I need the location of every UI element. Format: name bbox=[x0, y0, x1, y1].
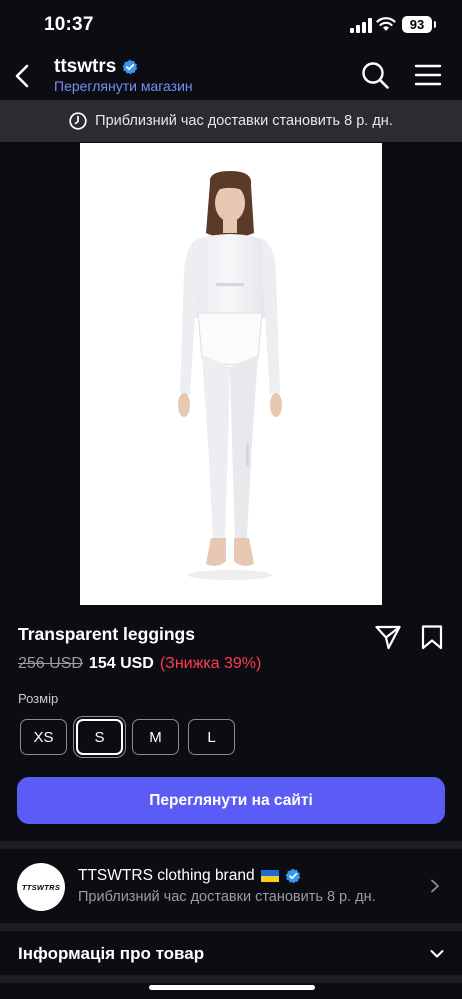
chevron-left-icon bbox=[15, 64, 29, 88]
view-shop-link[interactable]: Переглянути магазин bbox=[54, 78, 193, 94]
size-option-l[interactable]: L bbox=[188, 719, 235, 755]
battery-level: 93 bbox=[409, 17, 425, 32]
size-option-m[interactable]: M bbox=[132, 719, 179, 755]
brand-card[interactable]: TTSWTRS TTSWTRS clothing brand Приблизни… bbox=[0, 849, 462, 923]
price-row: 256 USD 154 USD (Знижка 39%) bbox=[18, 655, 261, 673]
brand-name-row: TTSWTRS clothing brand bbox=[78, 867, 301, 885]
brand-name: TTSWTRS clothing brand bbox=[78, 867, 255, 884]
divider bbox=[0, 923, 462, 931]
search-icon[interactable] bbox=[360, 60, 390, 90]
hamburger-menu-icon[interactable] bbox=[414, 62, 442, 88]
size-label: Розмір bbox=[18, 691, 59, 706]
brand-logo: TTSWTRS bbox=[17, 863, 65, 911]
delivery-notice-text: Приблизний час доставки становить 8 р. д… bbox=[95, 113, 393, 129]
product-info-title: Інформація про товар bbox=[18, 944, 205, 963]
shop-name: ttswtrs bbox=[54, 56, 117, 77]
wifi-icon bbox=[376, 17, 396, 31]
clock-icon bbox=[69, 112, 87, 130]
bookmark-icon[interactable] bbox=[420, 624, 444, 650]
model-figure-illustration bbox=[178, 171, 282, 580]
verified-badge-icon bbox=[285, 868, 300, 884]
back-button[interactable] bbox=[8, 58, 36, 94]
ukraine-flag-icon bbox=[260, 870, 279, 882]
chevron-right-icon bbox=[431, 879, 439, 893]
home-indicator[interactable] bbox=[149, 985, 315, 990]
brand-delivery-text: Приблизний час доставки становить 8 р. д… bbox=[78, 889, 376, 905]
cellular-signal-icon bbox=[350, 18, 372, 33]
status-bar: 10:37 93 bbox=[0, 0, 462, 52]
top-nav: ttswtrs Переглянути магазин bbox=[0, 52, 462, 100]
status-time: 10:37 bbox=[44, 14, 94, 35]
shop-header[interactable]: ttswtrs bbox=[54, 56, 138, 78]
size-selector: XS S M L bbox=[20, 719, 235, 755]
share-icon[interactable] bbox=[374, 624, 402, 650]
size-option-s[interactable]: S bbox=[76, 719, 123, 755]
delivery-notice: Приблизний час доставки становить 8 р. д… bbox=[0, 100, 462, 142]
size-option-xs[interactable]: XS bbox=[20, 719, 67, 755]
divider bbox=[0, 841, 462, 849]
chevron-down-icon bbox=[430, 950, 444, 958]
view-on-site-button[interactable]: Переглянути на сайті bbox=[17, 777, 445, 824]
divider bbox=[0, 975, 462, 983]
battery-icon: 93 bbox=[402, 16, 436, 33]
product-info-accordion[interactable]: Інформація про товар bbox=[0, 933, 462, 975]
product-image[interactable] bbox=[80, 143, 382, 605]
discount-label: (Знижка 39%) bbox=[159, 655, 262, 672]
product-title: Transparent leggings bbox=[18, 624, 195, 644]
verified-badge-icon bbox=[122, 59, 138, 75]
current-price: 154 USD bbox=[88, 655, 154, 672]
old-price: 256 USD bbox=[18, 655, 83, 672]
